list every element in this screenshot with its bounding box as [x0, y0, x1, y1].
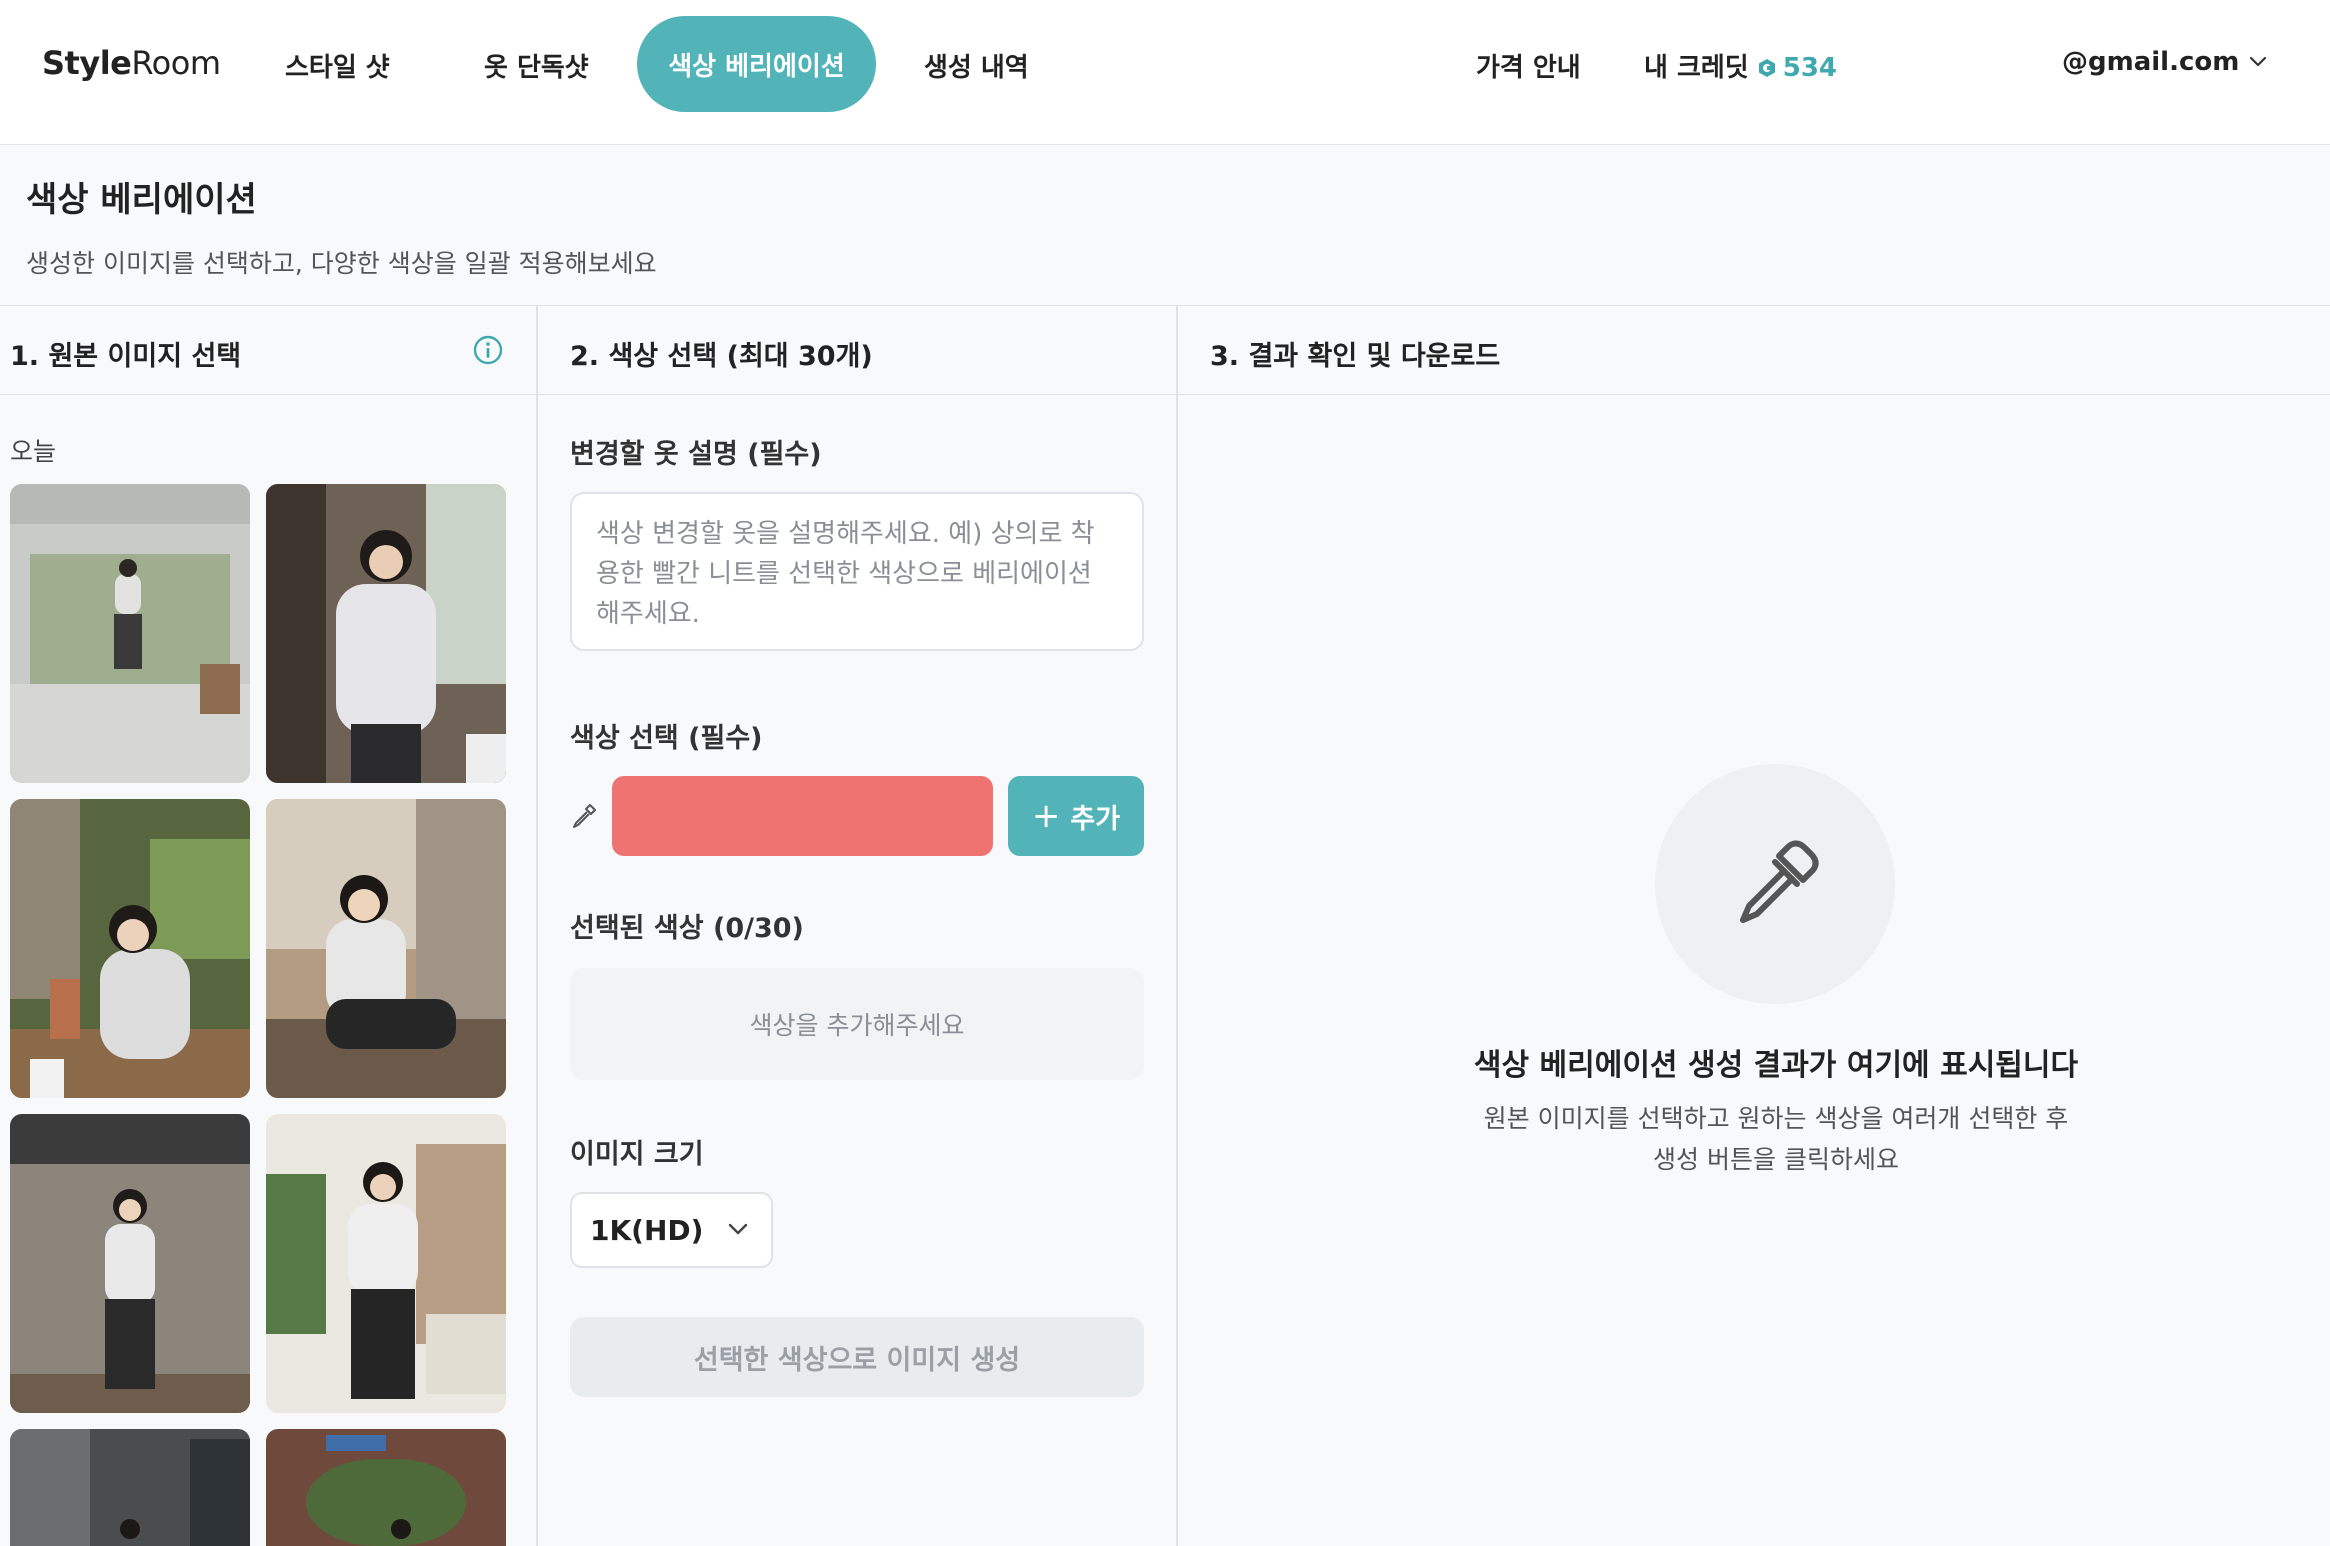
add-color-button[interactable]: + 추가: [1008, 776, 1144, 856]
image-size-select[interactable]: 1K(HD): [570, 1192, 773, 1268]
garment-description-input[interactable]: 색상 변경할 옷을 설명해주세요. 예) 상의로 착용한 빨간 니트를 선택한 …: [570, 492, 1144, 651]
nav-history[interactable]: 생성 내역: [924, 47, 1029, 84]
top-nav: StyleRoom 스타일 샷 옷 단독샷 색상 베리에이션 생성 내역 가격 …: [0, 0, 2330, 145]
credits-value: 534: [1782, 53, 1838, 83]
credits-label: 내 크레딧: [1644, 53, 1749, 83]
selected-colors-empty: 색상을 추가해주세요: [570, 968, 1144, 1080]
source-image-thumbnail[interactable]: [266, 484, 506, 783]
credits-display[interactable]: 내 크레딧 534: [1644, 47, 1837, 84]
info-icon[interactable]: [472, 334, 504, 366]
column-divider: [1176, 305, 1178, 1546]
source-image-thumbnail[interactable]: [10, 1429, 250, 1546]
chevron-down-icon: [728, 1223, 748, 1235]
credit-coin-icon: [1758, 59, 1775, 77]
source-image-thumbnail[interactable]: [266, 1114, 506, 1413]
column-divider: [536, 305, 538, 1546]
user-menu[interactable]: @gmail.com: [2062, 47, 2267, 77]
source-image-thumbnail[interactable]: [266, 799, 506, 1098]
plus-icon: +: [1031, 796, 1061, 836]
eyedropper-icon[interactable]: [570, 802, 598, 830]
color-select-label: 색상 선택 (필수): [570, 723, 763, 754]
nav-garment-shot[interactable]: 옷 단독샷: [484, 47, 589, 84]
color-swatch-picker[interactable]: [612, 776, 993, 856]
chevron-down-icon: [2250, 56, 2267, 67]
generate-button[interactable]: 선택한 색상으로 이미지 생성: [570, 1317, 1144, 1397]
page-title: 색상 베리에이션: [26, 180, 257, 220]
source-image-thumbnail[interactable]: [10, 484, 250, 783]
user-email: @gmail.com: [2062, 47, 2240, 77]
section-heading-source: 1. 원본 이미지 선택: [10, 341, 242, 372]
empty-state-illustration: [1655, 764, 1895, 1004]
divider: [0, 394, 2330, 395]
garment-description-label: 변경할 옷 설명 (필수): [570, 439, 822, 470]
selected-colors-label: 선택된 색상 (0/30): [570, 913, 804, 944]
nav-color-variation[interactable]: 색상 베리에이션: [637, 16, 876, 112]
empty-state-description: 원본 이미지를 선택하고 원하는 색상을 여러개 선택한 후 생성 버튼을 클릭…: [1483, 1104, 2069, 1174]
image-size-label: 이미지 크기: [570, 1139, 704, 1170]
nav-style-shot[interactable]: 스타일 샷: [285, 47, 390, 84]
section-heading-colors: 2. 색상 선택 (최대 30개): [570, 341, 873, 372]
date-group-label: 오늘: [10, 437, 57, 466]
section-heading-results: 3. 결과 확인 및 다운로드: [1210, 341, 1501, 372]
source-image-thumbnail[interactable]: [10, 799, 250, 1098]
logo[interactable]: StyleRoom: [42, 44, 221, 82]
divider: [0, 305, 2330, 306]
empty-state-title: 색상 베리에이션 생성 결과가 여기에 표시됩니다: [1473, 1048, 2079, 1083]
nav-pricing[interactable]: 가격 안내: [1476, 47, 1581, 84]
eyedropper-icon: [1740, 840, 1819, 923]
source-image-thumbnail[interactable]: [266, 1429, 506, 1546]
source-image-thumbnail[interactable]: [10, 1114, 250, 1413]
page-subtitle: 생성한 이미지를 선택하고, 다양한 색상을 일괄 적용해보세요: [26, 249, 657, 278]
